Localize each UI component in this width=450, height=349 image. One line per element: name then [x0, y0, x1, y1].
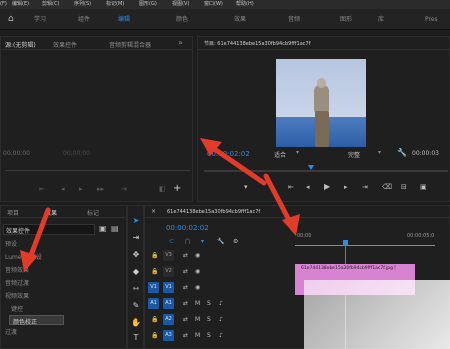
arrow-to-effects [20, 207, 51, 272]
arrow-to-playhead [263, 173, 300, 236]
arrow-to-timecode [200, 138, 267, 186]
watermark-overlay [304, 280, 450, 349]
